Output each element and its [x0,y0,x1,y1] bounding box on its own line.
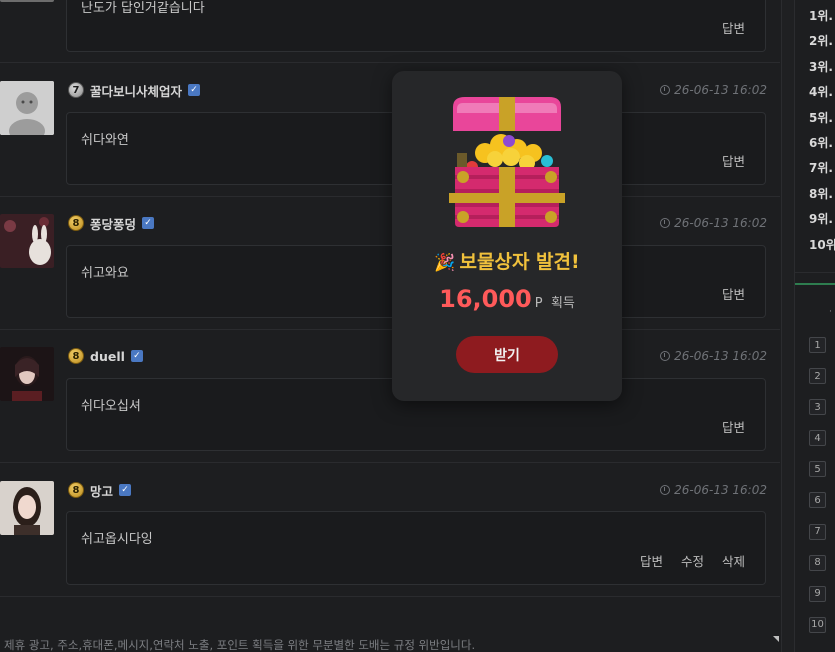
rank-item[interactable]: 4위. [809,83,835,108]
nickname[interactable]: 퐁당퐁덩 [90,214,136,233]
verified-icon: ✓ [188,84,201,96]
number-badge[interactable]: 6 [809,492,826,509]
clock-icon [660,485,671,495]
notice-text: 제휴 광고, 주소,휴대폰,메시지,연락처 노출, 포인트 획득을 위한 무분별… [4,638,476,652]
comment-time: 26-06-13 16:02 [660,216,767,230]
comment-text: 쉬다와연 [81,133,129,148]
verified-icon: ✓ [119,484,132,496]
nickname[interactable]: duell [90,349,125,364]
number-badge[interactable]: 8 [809,554,826,571]
treasure-popup: 🎉 보물상자 발견! 16,000 P 획득 받기 [392,71,622,401]
reply-button[interactable]: 답변 [722,417,745,436]
rank-item[interactable]: 8위. [809,185,835,210]
reply-button[interactable]: 답변 [722,151,745,170]
level-badge: 8 [68,348,84,364]
number-badge[interactable]: 3 [809,399,826,416]
level-badge: 7 [68,82,84,98]
reply-button[interactable]: 답변 [640,551,663,570]
reward-amount: 16,000 P 획득 [392,285,622,313]
divider [795,272,835,273]
resize-handle-icon[interactable] [773,636,779,642]
nickname[interactable]: 꿀다보니사체업자 [90,81,182,100]
rank-item[interactable]: 6위. [809,134,835,159]
clock-icon [660,351,671,361]
number-badge[interactable]: 5 [809,461,826,478]
comment-time: 26-06-13 16:02 [660,83,767,97]
tab-underline [795,283,835,285]
number-badge[interactable]: 9 [809,585,826,602]
rank-item[interactable]: 3위. [809,58,835,83]
rank-item[interactable]: 5위. [809,109,835,134]
rank-item[interactable]: 7위. [809,159,835,184]
number-badge[interactable]: 10 [809,616,826,633]
edit-button[interactable]: 수정 [681,551,704,570]
clock-icon [660,218,671,228]
number-badge[interactable]: 1 [809,337,826,353]
sidebar: 1위. 2위. 3위. 4위. 5위. 6위. 7위. 8위. 9위. 10위 … [794,0,835,652]
rank-item[interactable]: 1위. [809,7,835,32]
comment-box: 쉬고옵시다잉 답변 수정 삭제 [66,511,766,585]
comment-text: 난도가 답인거같습니다 [81,1,205,16]
comment-author: 8 duell ✓ [68,347,143,365]
comment-text: 쉬다오십셔 [81,399,141,414]
avatar[interactable] [0,214,54,268]
number-badge[interactable]: 4 [809,430,826,447]
rank-item[interactable]: 10위 [809,236,835,261]
party-popper-icon: 🎉 [434,253,456,273]
number-list: 1 2 3 4 5 6 7 8 9 10 [809,337,826,648]
comment-author: 7 꿀다보니사체업자 ✓ [68,81,201,100]
point-unit: P [534,296,543,311]
level-badge: 8 [68,482,84,498]
avatar[interactable] [0,481,54,535]
avatar[interactable] [0,347,54,401]
comment-box: 난도가 답인거같습니다 답변 [66,0,766,52]
divider [0,329,780,330]
level-badge: 8 [68,215,84,231]
nickname[interactable]: 망고 [90,481,113,500]
divider [0,62,780,63]
rank-item[interactable]: 9위. [809,210,835,235]
number-badge[interactable]: 2 [809,368,826,385]
divider [0,596,780,597]
comment-author: 8 퐁당퐁덩 ✓ [68,214,155,233]
reply-button[interactable]: 답변 [722,284,745,303]
amount-value: 16,000 [439,285,532,313]
gain-label: 획득 [550,296,575,311]
receive-button[interactable]: 받기 [456,336,558,373]
comment-text: 쉬고와요 [81,266,129,281]
comment-author: 8 망고 ✓ [68,481,132,500]
avatar[interactable] [0,81,54,135]
tab-label[interactable]: · [829,307,832,317]
reply-button[interactable]: 답변 [722,18,745,37]
rank-list: 1위. 2위. 3위. 4위. 5위. 6위. 7위. 8위. 9위. 10위 [809,7,835,261]
comment-time: 26-06-13 16:02 [660,483,767,497]
avatar[interactable] [0,0,54,2]
divider [0,462,780,463]
comment-text: 쉬고옵시다잉 [81,532,153,547]
verified-icon: ✓ [142,217,155,229]
number-badge[interactable]: 7 [809,523,826,540]
popup-title: 🎉 보물상자 발견! [434,251,580,273]
comment-time: 26-06-13 16:02 [660,349,767,363]
clock-icon [660,85,671,95]
delete-button[interactable]: 삭제 [722,551,745,570]
rank-item[interactable]: 2위. [809,32,835,57]
verified-icon: ✓ [130,350,143,362]
divider [0,196,780,197]
treasure-chest-icon [449,97,565,231]
comment-list: 난도가 답인거같습니다 답변 7 꿀다보니사체업자 ✓ 26-06-13 16:… [0,0,782,652]
